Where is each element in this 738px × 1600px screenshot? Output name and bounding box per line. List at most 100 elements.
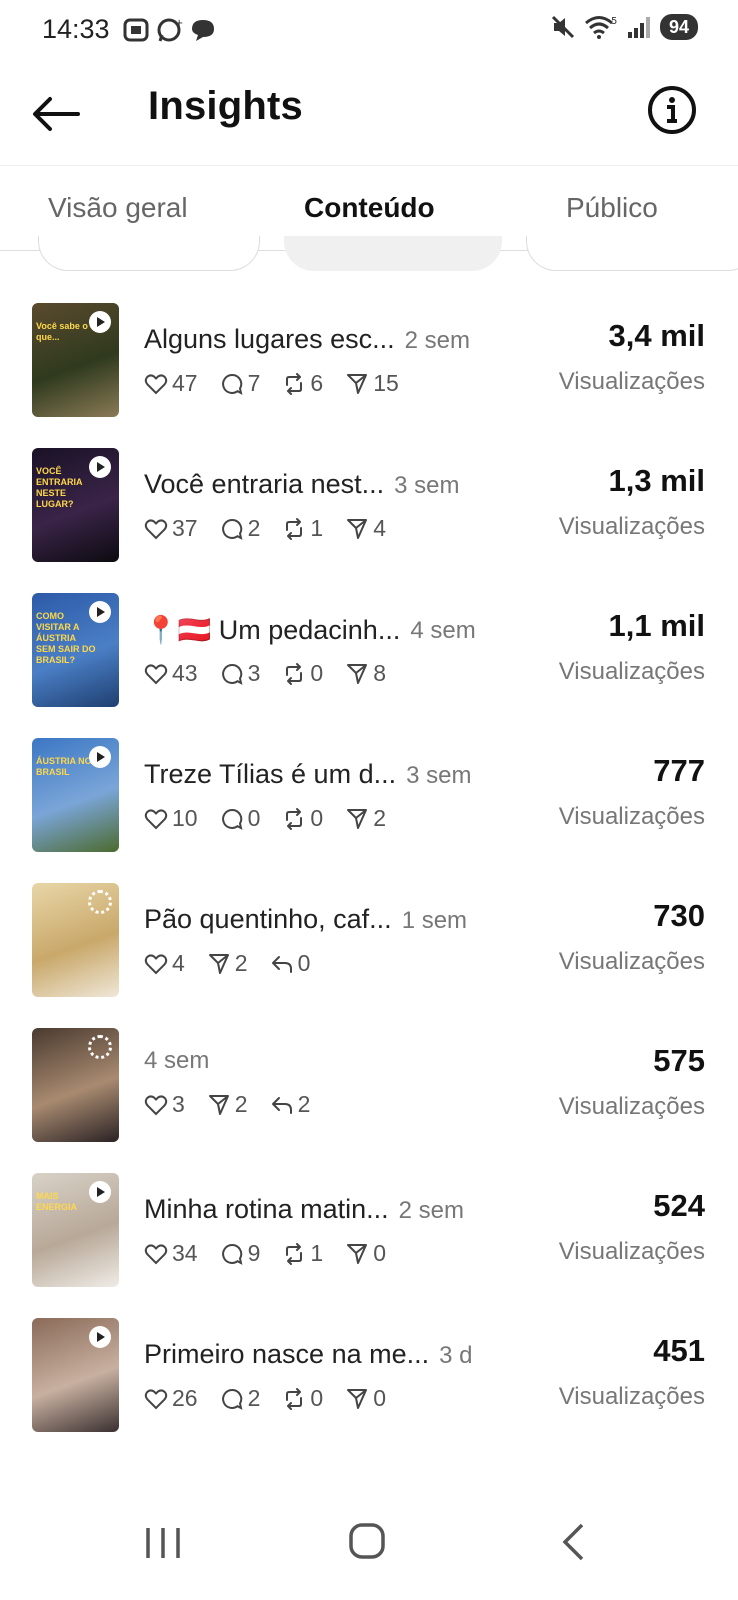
share-count: 8 (345, 660, 386, 687)
comment-icon (221, 1388, 243, 1410)
views-label: Visualizações (558, 658, 705, 685)
stat-value: 0 (310, 805, 324, 831)
post-thumbnail (32, 883, 119, 997)
share-count: 2 (207, 950, 248, 977)
heart-icon (144, 663, 168, 684)
heart-count: 43 (144, 660, 198, 687)
back-arrow-icon[interactable] (30, 88, 82, 140)
post-row[interactable]: Pão quentinho, caf... 1 sem 4 2 0 730 Visualiz… (0, 880, 738, 1028)
info-icon[interactable] (646, 84, 698, 136)
comment-count: 9 (220, 1240, 260, 1267)
repost-count: 6 (282, 370, 323, 397)
share-icon (347, 1388, 368, 1409)
stat-value: 2 (234, 1091, 248, 1117)
post-row[interactable]: COMO VISITAR A ÁUSTRIA SEM SAIR DO BRASI… (0, 590, 738, 738)
share-count: 0 (345, 1385, 386, 1412)
views-label: Visualizações (558, 1093, 705, 1120)
post-age: 2 sem (404, 327, 470, 354)
post-caption: Pão quentinho, caf... (144, 904, 392, 934)
share-icon (347, 808, 368, 829)
thumbnail-text: VOCÊ ENTRARIA NESTE LUGAR? (36, 466, 83, 509)
heart-icon (144, 1388, 168, 1409)
post-caption: Treze Tílias é um d... (144, 759, 397, 789)
repost-count: 0 (282, 1385, 323, 1412)
app-header: Insights (0, 62, 738, 162)
view-count: 451 (653, 1333, 705, 1368)
stat-value: 8 (373, 660, 386, 686)
reel-play-icon (89, 601, 111, 623)
view-count: 777 (653, 753, 705, 788)
tab-content[interactable]: Conteúdo (304, 192, 435, 224)
filter-chip[interactable] (284, 236, 502, 271)
view-count: 1,1 mil (608, 608, 706, 643)
screenshot-icon (123, 18, 149, 42)
heart-icon (144, 953, 168, 974)
thumbnail-text: ÁUSTRIA NO BRASIL (36, 756, 92, 777)
stat-value: 7 (247, 370, 261, 396)
comment-count: 2 (220, 1385, 260, 1412)
repost-icon (286, 1387, 303, 1410)
repost-count: 1 (282, 515, 323, 542)
system-icons: 5 94 (550, 14, 698, 40)
post-age: 1 sem (401, 907, 468, 934)
post-stats: 34 9 1 0 (144, 1240, 386, 1267)
post-age: 2 sem (398, 1197, 464, 1224)
stat-value: 47 (172, 370, 198, 396)
thumbnail-text: MAIS ENERGIA (36, 1191, 78, 1212)
view-count: 730 (653, 898, 705, 933)
repost-icon (286, 372, 303, 395)
filter-chip[interactable] (38, 236, 260, 271)
reel-play-icon (89, 1181, 111, 1203)
share-icon (347, 518, 368, 539)
tab-overview[interactable]: Visão geral (48, 192, 188, 224)
post-row[interactable]: 4 sem 3 2 2 575 Visualizações (0, 1025, 738, 1173)
page-title: Insights (148, 84, 303, 128)
thumbnail-text: Você sabe o que... (36, 321, 88, 342)
back-nav-icon[interactable] (550, 1520, 600, 1564)
view-count: 575 (653, 1043, 705, 1078)
mute-icon (551, 15, 575, 39)
repost-icon (286, 517, 303, 540)
post-thumbnail: VOCÊ ENTRARIA NESTE LUGAR? (32, 448, 119, 562)
repost-icon (286, 807, 303, 830)
heart-icon (144, 518, 168, 539)
comment-icon (221, 663, 243, 685)
tab-audience[interactable]: Público (566, 192, 658, 224)
heart-count: 3 (144, 1091, 185, 1118)
heart-count: 37 (144, 515, 198, 542)
heart-count: 26 (144, 1385, 198, 1412)
comment-icon (221, 373, 243, 395)
post-row[interactable]: MAIS ENERGIA Minha rotina matin... 2 sem 34… (0, 1170, 738, 1318)
post-stats: 10 0 0 2 (144, 805, 386, 832)
home-icon[interactable] (342, 1520, 392, 1564)
post-thumbnail: MAIS ENERGIA (32, 1173, 119, 1287)
post-row[interactable]: Primeiro nasce na me... 3 d 26 2 0 0 451 Visual… (0, 1315, 738, 1463)
stat-value: 3 (172, 1091, 185, 1117)
share-count: 4 (345, 515, 386, 542)
post-row[interactable]: VOCÊ ENTRARIA NESTE LUGAR? Você entraria … (0, 445, 738, 593)
status-time: 14:33 (42, 14, 110, 44)
heart-count: 10 (144, 805, 198, 832)
post-stats: 37 2 1 4 (144, 515, 386, 542)
repost-count: 0 (282, 805, 323, 832)
views-label: Visualizações (558, 1238, 705, 1265)
share-icon (208, 953, 229, 974)
comment-icon (221, 808, 243, 830)
reply-icon (271, 1096, 292, 1114)
recent-apps-icon[interactable] (138, 1520, 188, 1564)
post-row[interactable]: Você sabe o que... Alguns lugares esc... 2… (0, 300, 738, 448)
filter-chip[interactable] (526, 236, 738, 271)
whatsapp-icon: + (157, 18, 183, 42)
post-age: 4 sem (144, 1047, 210, 1074)
post-caption: Primeiro nasce na me... (144, 1339, 430, 1369)
battery-indicator: 94 (659, 14, 698, 40)
post-row[interactable]: ÁUSTRIA NO BRASIL Treze Tílias é um d... 3… (0, 735, 738, 883)
heart-icon (144, 1243, 168, 1264)
post-stats: 3 2 2 (144, 1091, 310, 1118)
view-count: 524 (653, 1188, 705, 1223)
comment-icon (221, 518, 243, 540)
heart-icon (144, 808, 168, 829)
stat-value: 43 (172, 660, 198, 686)
heart-count: 4 (144, 950, 185, 977)
stat-value: 0 (310, 660, 324, 686)
